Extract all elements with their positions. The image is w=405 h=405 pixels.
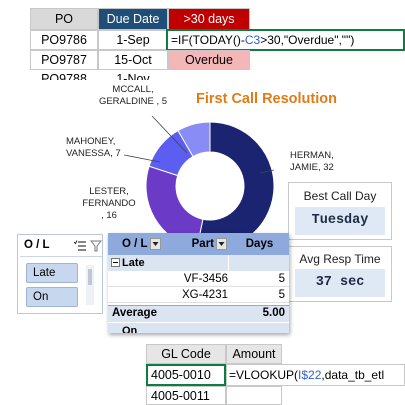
chevron-down-icon [218, 242, 225, 246]
pivot-average-value: 5.00 [262, 307, 285, 319]
ol-slicer[interactable]: O / L Late On [17, 234, 103, 314]
slicer-item-late[interactable]: Late [26, 263, 78, 283]
over-30-days-header[interactable]: >30 days [168, 8, 250, 30]
ol-filter-dropdown[interactable] [150, 238, 161, 250]
pivot-table[interactable]: O / L Part Days Late VF-3456 5 XG-4231 5… [108, 233, 289, 333]
pivot-days-value: 5 [278, 289, 285, 301]
clear-filter-icon[interactable] [90, 240, 102, 252]
formula-suffix: >30,"Overdue","") [260, 33, 355, 47]
slicer-scroll-thumb[interactable] [88, 269, 92, 285]
multi-select-icon[interactable] [74, 240, 87, 252]
gl-code-header[interactable]: GL Code [146, 344, 226, 364]
vlookup-ref: I$22 [298, 368, 322, 382]
pivot-days-value: 5 [278, 273, 285, 285]
pivot-part-value: VF-3456 [183, 273, 228, 285]
due-date-header[interactable]: Due Date [98, 8, 168, 30]
formula-prefix: =IF(TODAY()- [171, 33, 245, 47]
formula-ref: C3 [244, 33, 261, 47]
part-filter-dropdown[interactable] [216, 238, 227, 250]
po-header[interactable]: PO [30, 8, 98, 30]
collapse-icon[interactable] [111, 258, 120, 267]
chevron-down-icon [152, 242, 159, 246]
data-label-mccall: MCCALL, GERALDINE , 5 [98, 84, 168, 107]
best-call-day-value: Tuesday [295, 207, 385, 235]
pivot-group-on[interactable]: On [108, 323, 289, 333]
slicer-divider [20, 256, 102, 257]
overdue-status-cell[interactable]: Overdue [168, 50, 250, 70]
pivot-part-value: XG-4231 [181, 289, 228, 301]
data-label-mahoney: MAHONEY, VANESSA, 7 [66, 136, 121, 159]
best-call-day-card: Best Call Day Tuesday [288, 182, 392, 240]
avg-resp-time-title: Avg Resp Time [299, 252, 381, 266]
vlookup-prefix: =VLOOKUP( [229, 368, 299, 382]
band-divider [228, 255, 229, 271]
avg-resp-time-card: Avg Resp Time 37 sec [288, 246, 392, 302]
donut-slices [145, 121, 275, 248]
avg-resp-time-value: 37 sec [295, 269, 385, 297]
due-date-cell[interactable]: 1-Sep [98, 30, 168, 50]
formula-cell-editing[interactable]: =IF(TODAY()-C3>30,"Overdue","") [166, 29, 405, 51]
amount-cell[interactable] [226, 386, 282, 405]
pivot-col-days[interactable]: Days [230, 233, 289, 255]
po-cell[interactable]: PO9786 [30, 30, 98, 50]
data-label-lester: LESTER, FERNANDO , 16 [82, 186, 136, 221]
best-call-day-title: Best Call Day [303, 189, 377, 203]
vlookup-suffix: ,data_tb_etl [321, 368, 385, 382]
vlookup-formula-cell[interactable]: =VLOOKUP(I$22,data_tb_etl [226, 364, 405, 386]
gl-code-cell[interactable]: 4005-0011 [146, 386, 226, 405]
amount-header[interactable]: Amount [226, 344, 282, 364]
due-date-cell[interactable]: 15-Oct [98, 50, 168, 70]
pivot-group-late[interactable]: Late [108, 255, 289, 271]
slicer-scrollbar[interactable] [86, 265, 94, 305]
data-label-herman: HERMAN, JAMIE, 32 [290, 150, 334, 173]
slicer-item-on[interactable]: On [26, 287, 78, 307]
pivot-average-label: Average [112, 307, 157, 319]
gl-code-cell-selected[interactable]: 4005-0010 [146, 364, 226, 386]
po-cell[interactable]: PO9787 [30, 50, 98, 70]
slicer-title: O / L [24, 239, 50, 251]
